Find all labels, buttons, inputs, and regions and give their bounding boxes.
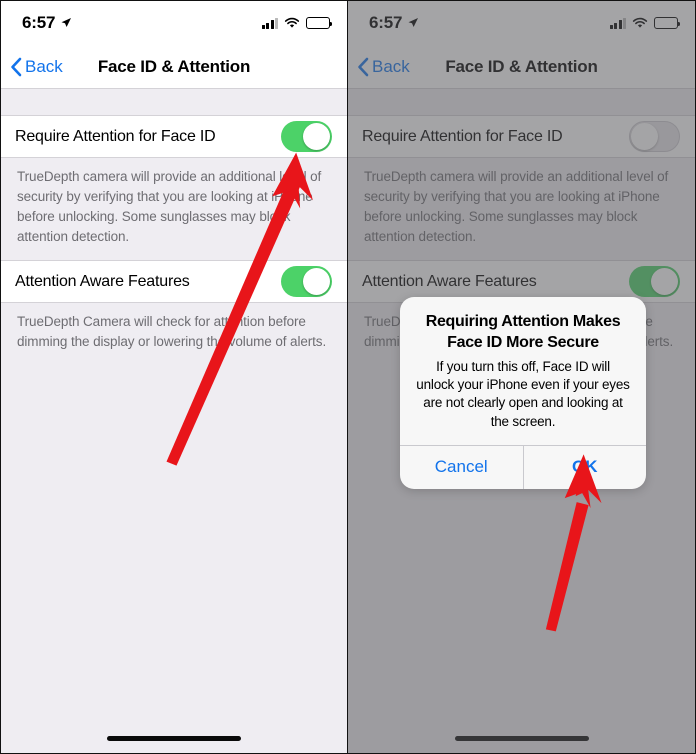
back-button[interactable]: Back: [357, 57, 410, 77]
ok-button[interactable]: OK: [522, 445, 647, 489]
dialog-actions: Cancel OK: [400, 444, 647, 489]
wifi-icon: [632, 17, 648, 28]
screenshot-stage: 6:57 Back Face ID & Attention Require At…: [0, 0, 696, 754]
battery-icon: [306, 17, 333, 29]
require-attention-toggle[interactable]: [281, 121, 332, 152]
dialog-title: Requiring Attention Makes Face ID More S…: [425, 313, 621, 352]
status-bar-clock: 6:57: [22, 13, 56, 32]
back-button[interactable]: Back: [10, 57, 63, 77]
row-require-attention[interactable]: Require Attention for Face ID: [348, 115, 695, 158]
list-top-spacer: [348, 89, 695, 115]
left-phone-screen: 6:57 Back Face ID & Attention Require At…: [0, 0, 347, 754]
attention-aware-toggle[interactable]: [629, 266, 680, 298]
cancel-button[interactable]: Cancel: [400, 446, 523, 489]
navigation-bar: Back Face ID & Attention: [1, 45, 347, 89]
chevron-left-icon: [11, 57, 22, 76]
list-top-spacer: [1, 89, 347, 115]
toggle-knob: [303, 123, 330, 150]
status-bar-clock: 6:57: [369, 13, 403, 32]
status-bar: 6:57: [1, 1, 347, 45]
require-attention-footnote: TrueDepth camera will provide an additio…: [1, 158, 347, 261]
cellular-signal-icon: [261, 17, 278, 29]
status-bar-left: 6:57: [369, 13, 419, 33]
chevron-left-icon: [358, 57, 369, 76]
location-arrow-icon: [408, 18, 419, 27]
row-attention-aware[interactable]: Attention Aware Features: [1, 260, 347, 304]
wifi-icon: [284, 17, 300, 28]
toggle-knob: [631, 123, 658, 150]
status-bar: 6:57: [348, 1, 695, 45]
toggle-knob: [303, 268, 330, 296]
dialog-message: If you turn this off, Face ID will unloc…: [416, 358, 630, 429]
row-label: Require Attention for Face ID: [362, 127, 563, 145]
back-button-label: Back: [25, 56, 63, 76]
attention-aware-toggle[interactable]: [281, 266, 332, 298]
back-button-label: Back: [372, 56, 410, 76]
row-label: Require Attention for Face ID: [15, 127, 216, 145]
status-bar-right: [609, 17, 681, 29]
battery-icon: [654, 17, 681, 29]
require-attention-footnote: TrueDepth camera will provide an additio…: [348, 158, 695, 261]
require-attention-toggle[interactable]: [629, 121, 680, 152]
navigation-bar: Back Face ID & Attention: [348, 45, 695, 89]
home-indicator: [454, 736, 589, 741]
location-arrow-icon: [61, 18, 72, 27]
row-label: Attention Aware Features: [15, 272, 190, 290]
right-phone-screen: 6:57 Back Face ID & Attention Require At…: [347, 0, 696, 754]
attention-aware-footnote: TrueDepth Camera will check for attentio…: [1, 303, 347, 367]
row-label: Attention Aware Features: [362, 272, 537, 290]
confirmation-dialog: Requiring Attention Makes Face ID More S…: [400, 297, 646, 489]
toggle-knob: [651, 268, 678, 296]
status-bar-right: [261, 17, 333, 29]
row-require-attention[interactable]: Require Attention for Face ID: [1, 115, 347, 158]
cellular-signal-icon: [609, 17, 626, 29]
status-bar-left: 6:57: [22, 13, 72, 33]
home-indicator: [107, 736, 241, 741]
dialog-body: Requiring Attention Makes Face ID More S…: [400, 297, 646, 445]
